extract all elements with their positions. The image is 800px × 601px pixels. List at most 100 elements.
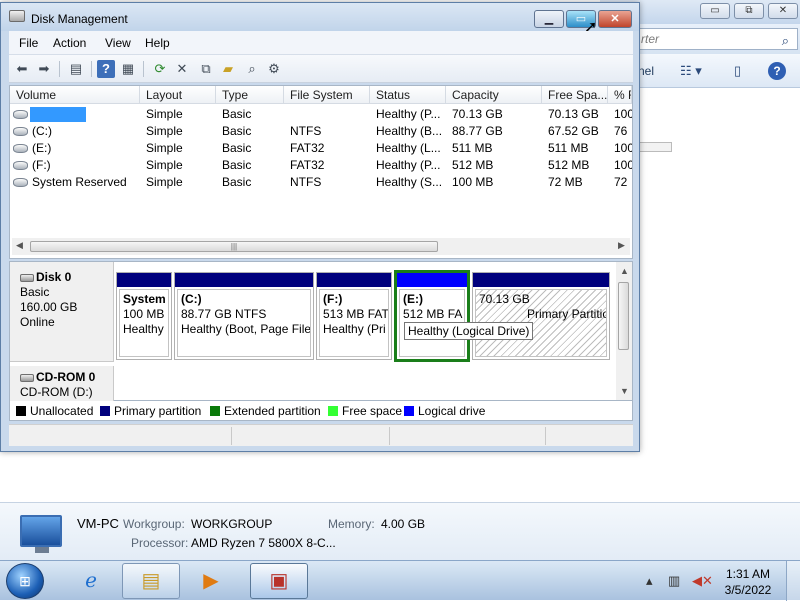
cell-free-space: 70.13 GB (548, 107, 599, 121)
disk-management-window: Disk Management ▁ ▭ ✕ ➚ File Action View… (0, 2, 640, 452)
start-button[interactable]: ⊞ (6, 563, 44, 599)
cell-volume: System Reserved (32, 175, 127, 189)
scroll-up-icon[interactable]: ▲ (620, 266, 629, 276)
cell-status: Healthy (P... (376, 158, 441, 172)
cell-type: Basic (222, 158, 252, 172)
bg-restore-button[interactable]: ⧉ (734, 3, 764, 19)
volume-muted-icon[interactable]: ◀✕ (692, 573, 713, 589)
title-bar[interactable]: Disk Management ▁ ▭ ✕ ➚ (1, 3, 639, 36)
horizontal-scroll-thumb[interactable]: ||| (30, 241, 438, 252)
partition-e[interactable]: (E:) 512 MB FA (394, 270, 470, 362)
legend-item: Logical drive (404, 404, 485, 418)
forward-icon[interactable]: ➡ (35, 60, 53, 78)
legend-label: Logical drive (418, 404, 486, 418)
partition-unlabeled[interactable]: 70.13 GB Primary Partitio (472, 272, 610, 360)
volume-list: Volume Layout Type File System Status Ca… (9, 85, 633, 259)
cell-volume: (F:) (32, 158, 51, 172)
legend-label: Unallocated (30, 404, 94, 418)
show-hidden-icons-icon[interactable]: ▴ (646, 573, 653, 589)
column-header-percent-free[interactable]: % F (608, 86, 632, 104)
disk-0-label[interactable]: Disk 0 Basic 160.00 GB Online (10, 262, 114, 362)
menu-view[interactable]: View (105, 36, 131, 50)
partition-f[interactable]: (F:) 513 MB FAT Healthy (Pri (316, 272, 392, 360)
cell-percent-free: 76 (614, 124, 628, 138)
table-row[interactable]: Simple Basic Healthy (P... 70.13 GB 70.1… (10, 106, 632, 123)
drive-icon (13, 127, 28, 136)
column-header-layout[interactable]: Layout (140, 86, 216, 104)
console-tree-icon[interactable]: ▤ (67, 60, 85, 78)
partition-system-reserved[interactable]: System 100 MB Healthy (116, 272, 172, 360)
partition-name: (E:) (403, 292, 423, 306)
search-input[interactable]: rter ⌕ (634, 28, 798, 50)
menu-file[interactable]: File (19, 36, 38, 50)
vertical-scroll-thumb[interactable] (618, 282, 629, 350)
cell-type: Basic (222, 107, 252, 121)
toolbar-partial-label[interactable]: nel (638, 64, 654, 78)
column-header-free-space[interactable]: Free Spa... (542, 86, 608, 104)
cell-layout: Simple (146, 124, 183, 138)
minimize-button[interactable]: ▁ (534, 10, 564, 28)
scroll-left-icon[interactable]: ◀ (16, 240, 23, 251)
menu-bar: File Action View Help (9, 31, 633, 55)
menu-action[interactable]: Action (53, 36, 86, 50)
cell-percent-free: 100 (614, 141, 632, 155)
computer-management-icon[interactable]: ▣ (250, 563, 308, 599)
cell-capacity: 511 MB (452, 141, 493, 155)
scroll-down-icon[interactable]: ▼ (620, 386, 629, 396)
preview-pane-icon[interactable]: ▯ (734, 63, 741, 79)
windows-explorer-icon[interactable]: ▤ (122, 563, 180, 599)
computer-icon (20, 515, 62, 547)
partition-status: Healthy (123, 322, 164, 336)
cell-type: Basic (222, 175, 252, 189)
partition-size: 100 MB (123, 307, 165, 321)
legend-item: Free space (328, 404, 402, 418)
help-icon[interactable]: ? (97, 60, 115, 78)
table-row[interactable]: (C:) Simple Basic NTFS Healthy (B... 88.… (10, 123, 632, 140)
properties-icon[interactable]: ⧉ (197, 60, 215, 78)
search-icon[interactable]: ⌕ (782, 33, 789, 49)
column-header-type[interactable]: Type (216, 86, 284, 104)
view-options-icon[interactable]: ☷ ▾ (680, 63, 702, 79)
cdrom-label[interactable]: CD-ROM 0 CD-ROM (D:) (10, 366, 114, 402)
table-row[interactable]: (F:) Simple Basic FAT32 Healthy (P... 51… (10, 157, 632, 174)
primary-partition-strip (117, 273, 171, 287)
taskbar: ⊞ ℯ ▤ ▶ ▣ ▴ ▥ ◀✕ 1:31 AM 3/5/2022 (0, 560, 800, 601)
column-header-volume[interactable]: Volume (10, 86, 140, 104)
selected-volume-highlight[interactable] (30, 107, 86, 122)
partition-c[interactable]: (C:) 88.77 GB NTFS Healthy (Boot, Page F… (174, 272, 314, 360)
workgroup-value: WORKGROUP (191, 517, 273, 531)
back-icon[interactable]: ⬅ (13, 60, 31, 78)
show-desktop-button[interactable] (786, 561, 800, 601)
partition-body: System 100 MB Healthy (119, 289, 169, 357)
partition-name: (F:) (323, 292, 343, 306)
cell-file-system: FAT32 (290, 158, 325, 172)
help-icon[interactable]: ? (768, 62, 786, 80)
cell-percent-free: 100 (614, 158, 632, 172)
close-button[interactable]: ✕ (598, 10, 632, 28)
column-header-capacity[interactable]: Capacity (446, 86, 542, 104)
bg-minimize-button[interactable]: ▭ (700, 3, 730, 19)
partition-body: (C:) 88.77 GB NTFS Healthy (Boot, Page F… (177, 289, 311, 357)
clock[interactable]: 1:31 AM 3/5/2022 (716, 566, 780, 598)
clock-date: 3/5/2022 (724, 583, 772, 597)
settings-icon[interactable]: ⚙ (265, 60, 283, 78)
refresh-icon[interactable]: ⟳ (151, 60, 169, 78)
partition-status: Healthy (Boot, Page File (181, 322, 311, 336)
open-icon[interactable]: ▰ (219, 60, 237, 78)
search-icon[interactable]: ⌕ (243, 60, 261, 78)
vertical-scrollbar[interactable]: ▲ ▼ (616, 262, 632, 400)
delete-icon[interactable]: ✕ (173, 60, 191, 78)
menu-help[interactable]: Help (145, 36, 170, 50)
column-header-status[interactable]: Status (370, 86, 446, 104)
table-row[interactable]: System Reserved Simple Basic NTFS Health… (10, 174, 632, 191)
media-player-icon[interactable]: ▶ (182, 563, 240, 599)
show-hide-icon[interactable]: ▦ (119, 60, 137, 78)
partition-size: 70.13 GB (479, 292, 530, 306)
internet-explorer-icon[interactable]: ℯ (62, 563, 120, 599)
bg-close-button[interactable]: ✕ (768, 3, 798, 19)
scroll-right-icon[interactable]: ▶ (618, 240, 625, 251)
horizontal-scrollbar[interactable]: ◀ ||| ▶ (12, 238, 630, 255)
network-icon[interactable]: ▥ (668, 573, 680, 589)
table-row[interactable]: (E:) Simple Basic FAT32 Healthy (L... 51… (10, 140, 632, 157)
column-header-file-system[interactable]: File System (284, 86, 370, 104)
